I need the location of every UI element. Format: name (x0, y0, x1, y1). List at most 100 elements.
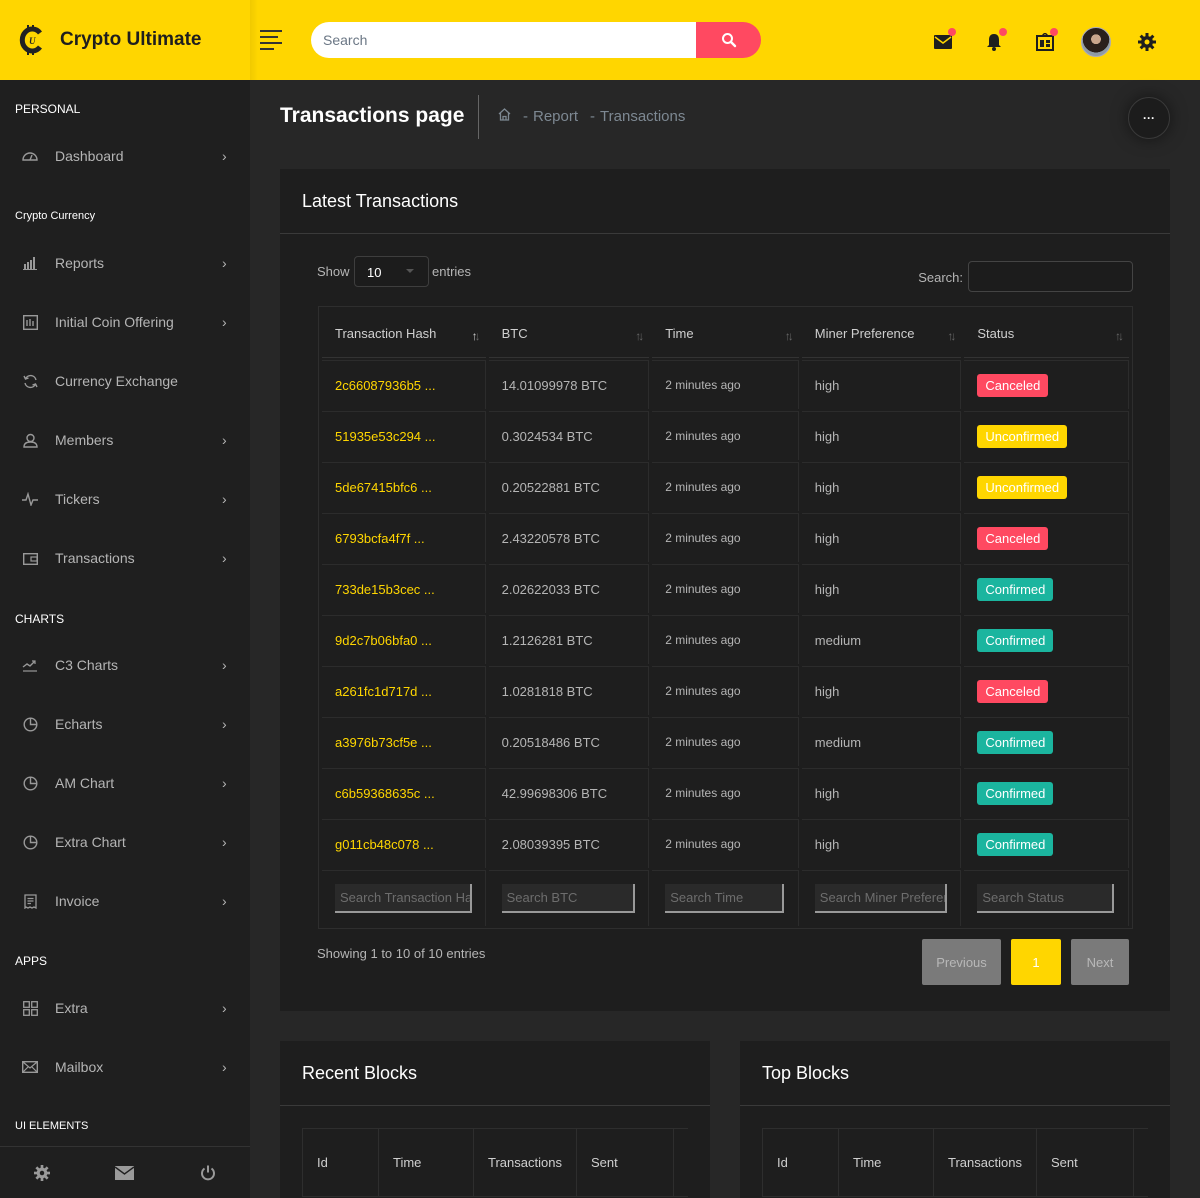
sidebar-item-am-chart[interactable]: AM Chart › (0, 763, 250, 803)
transaction-hash-link[interactable]: a3976b73cf5e ... (322, 717, 486, 766)
transaction-hash-link[interactable]: 2c66087936b5 ... (322, 360, 486, 409)
page-length-select[interactable]: 10 (354, 256, 429, 287)
transaction-hash-link[interactable]: c6b59368635c ... (322, 768, 486, 817)
recent-blocks-table: Id Time Transactions Sent (302, 1128, 688, 1197)
chevron-right-icon: › (222, 432, 227, 448)
table-row: 2c66087936b5 ... 14.01099978 BTC 2 minutes… (322, 360, 1129, 409)
column-header-hash[interactable]: Transaction Hash ↑↓ (322, 309, 486, 358)
sidebar-item-dashboard[interactable]: Dashboard › (0, 136, 250, 176)
chevron-right-icon: › (222, 255, 227, 271)
status-cell: Confirmed (964, 768, 1129, 817)
sidebar-item-tickers[interactable]: Tickers › (0, 479, 250, 519)
svg-text:U: U (29, 36, 36, 46)
column-header-sent[interactable]: Sent (576, 1128, 674, 1197)
table-row: 9d2c7b06bfa0 ... 1.2126281 BTC 2 minutes a… (322, 615, 1129, 664)
time-cell: 2 minutes ago (652, 819, 799, 868)
transaction-hash-link[interactable]: 733de15b3cec ... (322, 564, 486, 613)
sidebar-item-label: Dashboard (55, 148, 124, 164)
filter-miner-input[interactable] (814, 884, 947, 913)
column-header-sent[interactable]: Sent (1036, 1128, 1134, 1197)
time-cell: 2 minutes ago (652, 462, 799, 511)
column-header-btc[interactable]: BTC ↑↓ (488, 309, 650, 358)
sidebar-item-c3-charts[interactable]: C3 Charts › (0, 645, 250, 685)
crypto-coin-logo-icon: U (18, 25, 44, 55)
widget-button[interactable] (1019, 22, 1070, 62)
brand[interactable]: U Crypto Ultimate (0, 0, 250, 80)
transaction-hash-link[interactable]: a261fc1d717d ... (322, 666, 486, 715)
table-row: 6793bcfa4f7f ... 2.43220578 BTC 2 minutes … (322, 513, 1129, 562)
next-button[interactable]: Next (1071, 939, 1129, 985)
sidebar-section-title: Crypto Currency (15, 210, 96, 222)
column-header-miner[interactable]: Miner Preference ↑↓ (801, 309, 962, 358)
status-cell: Confirmed (964, 819, 1129, 868)
mail-icon (115, 1165, 135, 1180)
sidebar-item-transactions[interactable]: Transactions › (0, 538, 250, 578)
pie-chart-icon (21, 715, 39, 733)
column-header-id[interactable]: Id (762, 1128, 839, 1197)
show-label: Show (317, 264, 350, 279)
column-header-time[interactable]: Time (838, 1128, 934, 1197)
status-badge: Confirmed (977, 832, 1054, 856)
sidebar-item-reports[interactable]: Reports › (0, 243, 250, 283)
mail-button[interactable] (105, 1153, 145, 1193)
filter-row (322, 870, 1129, 926)
sidebar-item-extra-chart[interactable]: Extra Chart › (0, 822, 250, 862)
btc-amount: 0.20522881 BTC (488, 462, 650, 511)
miner-preference: high (801, 819, 962, 868)
filter-hash-input[interactable] (335, 884, 472, 913)
search-input[interactable] (311, 22, 696, 58)
sidebar-item-label: AM Chart (55, 775, 115, 791)
miner-preference: medium (801, 615, 962, 664)
filter-btc-input[interactable] (501, 884, 635, 913)
transaction-hash-link[interactable]: 5de67415bfc6 ... (322, 462, 486, 511)
notifications-button[interactable] (968, 22, 1019, 62)
column-header-transactions[interactable]: Transactions (933, 1128, 1037, 1197)
pie-chart-icon (21, 833, 39, 851)
column-header-time[interactable]: Time (378, 1128, 474, 1197)
settings-button[interactable] (1121, 22, 1172, 62)
time-cell: 2 minutes ago (652, 768, 799, 817)
recent-blocks-box: Recent Blocks Id Time Transactions Sent (280, 1041, 710, 1198)
sidebar-item-label: Tickers (55, 491, 100, 507)
more-options-button[interactable]: ··· (1128, 97, 1170, 139)
page-1-button[interactable]: 1 (1011, 939, 1061, 985)
column-header-status[interactable]: Status ↑↓ (964, 309, 1129, 358)
breadcrumb-report[interactable]: Report (533, 108, 578, 125)
sidebar-item-currency-exchange[interactable]: Currency Exchange (0, 361, 250, 401)
settings-button[interactable] (22, 1153, 62, 1193)
table-row: 733de15b3cec ... 2.02622033 BTC 2 minutes … (322, 564, 1129, 613)
column-header-time[interactable]: Time ↑↓ (652, 309, 799, 358)
filter-status-input[interactable] (977, 884, 1115, 913)
sidebar-item-mailbox[interactable]: Mailbox › (0, 1047, 250, 1087)
brand-shadow (250, 0, 258, 80)
sidebar-item-members[interactable]: Members › (0, 420, 250, 460)
notification-dot (999, 28, 1007, 36)
transaction-hash-link[interactable]: 6793bcfa4f7f ... (322, 513, 486, 562)
status-cell: Confirmed (964, 717, 1129, 766)
grid-icon (21, 999, 39, 1017)
transaction-hash-link[interactable]: g011cb48c078 ... (322, 819, 486, 868)
table-search-input[interactable] (968, 261, 1133, 292)
previous-button[interactable]: Previous (922, 939, 1001, 985)
filter-time-input[interactable] (665, 884, 785, 913)
column-header-id[interactable]: Id (302, 1128, 379, 1197)
sidebar-item-echarts[interactable]: Echarts › (0, 704, 250, 744)
home-icon[interactable] (498, 108, 511, 125)
user-menu-button[interactable] (1070, 22, 1121, 62)
power-button[interactable] (188, 1153, 228, 1193)
sidebar-item-invoice[interactable]: Invoice › (0, 881, 250, 921)
table-info: Showing 1 to 10 of 10 entries (317, 946, 486, 961)
bell-icon (986, 34, 1001, 51)
time-cell: 2 minutes ago (652, 360, 799, 409)
avatar (1080, 27, 1111, 57)
transaction-hash-link[interactable]: 51935e53c294 ... (322, 411, 486, 460)
sidebar-item-extra[interactable]: Extra › (0, 988, 250, 1028)
search-button[interactable] (696, 22, 761, 58)
mail-button[interactable] (917, 22, 968, 62)
menu-toggle-icon[interactable] (260, 30, 282, 50)
sidebar-item-initial-coin-offering[interactable]: Initial Coin Offering › (0, 302, 250, 342)
transaction-hash-link[interactable]: 9d2c7b06bfa0 ... (322, 615, 486, 664)
sidebar-item-label: Members (55, 432, 114, 448)
status-cell: Canceled (964, 360, 1129, 409)
column-header-transactions[interactable]: Transactions (473, 1128, 577, 1197)
